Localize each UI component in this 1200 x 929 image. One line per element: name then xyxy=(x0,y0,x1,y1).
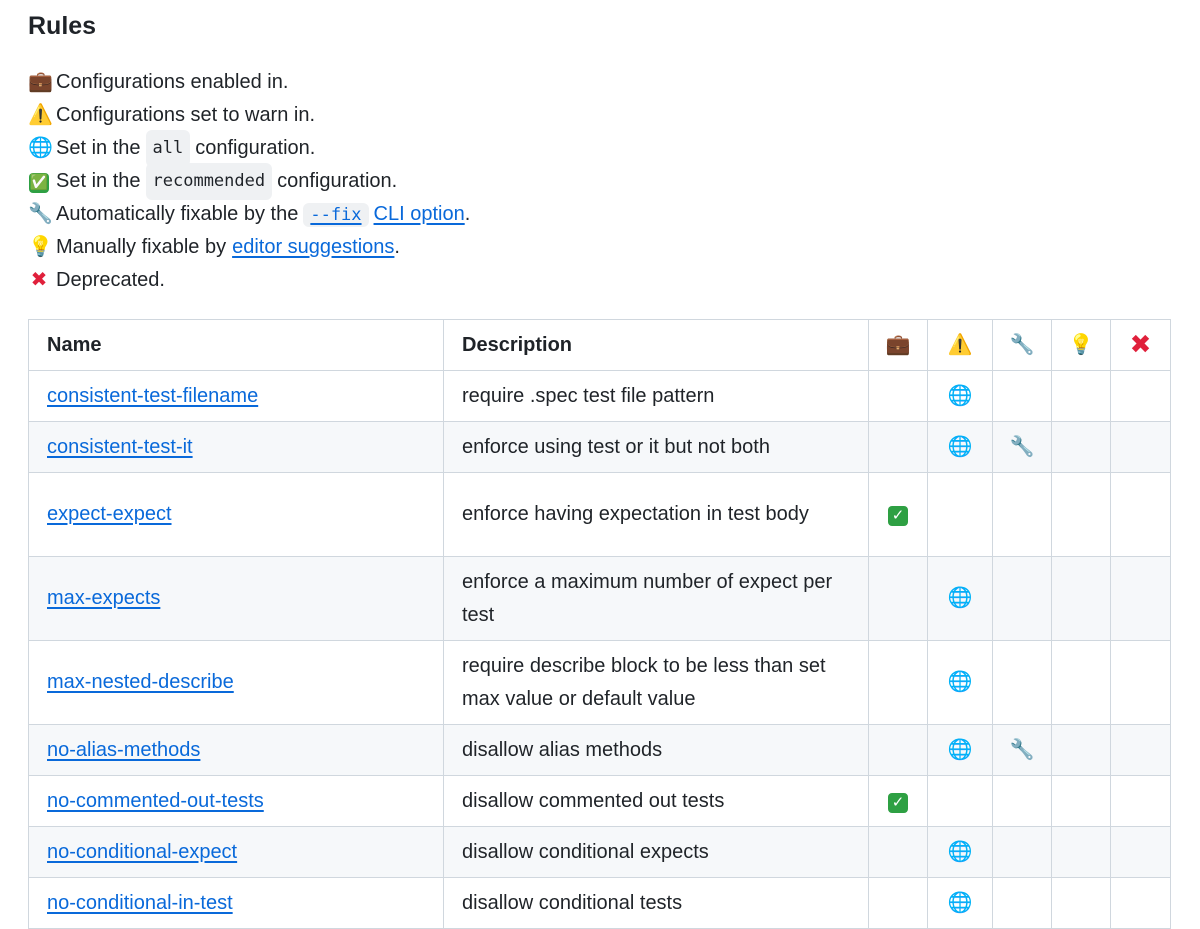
globe-icon: 🌐 xyxy=(927,556,993,641)
header-cross-icon: ✖ xyxy=(1110,319,1171,371)
legend: 💼 Configurations enabled in. ⚠️ Configur… xyxy=(28,66,728,297)
rule-link[interactable]: no-alias-methods xyxy=(47,739,200,761)
rule-link[interactable]: consistent-test-it xyxy=(47,436,193,458)
fix-cli-link[interactable]: --fix CLI option xyxy=(298,198,465,232)
editor-suggestions-link[interactable]: editor suggestions xyxy=(232,231,394,264)
table-row: expect-expect enforce having expectation… xyxy=(28,472,1171,557)
header-description: Description xyxy=(443,319,869,371)
rule-link[interactable]: no-conditional-expect xyxy=(47,841,237,863)
cross-icon: ✖ xyxy=(30,269,48,291)
code-all: all xyxy=(145,130,191,167)
rule-link[interactable]: no-commented-out-tests xyxy=(47,790,264,812)
table-row: no-conditional-in-test disallow conditio… xyxy=(28,877,1171,929)
rule-description: require describe block to be less than s… xyxy=(443,640,869,725)
legend-item-suggestions: 💡 Manually fixable by editor suggestions… xyxy=(28,231,728,264)
legend-item-enabled: 💼 Configurations enabled in. xyxy=(28,66,728,99)
lightbulb-icon: 💡 xyxy=(28,236,53,258)
legend-item-deprecated: ✖ Deprecated. xyxy=(28,264,728,297)
rule-description: enforce using test or it but not both xyxy=(443,421,869,473)
table-row: max-nested-describe require describe blo… xyxy=(28,640,1171,725)
rule-description: disallow alias methods xyxy=(443,724,869,776)
table-header-row: Name Description 💼 ⚠️ 🔧 💡 ✖ xyxy=(28,319,1171,371)
globe-icon: 🌐 xyxy=(927,421,993,473)
page-title: Rules xyxy=(28,12,97,40)
rule-description: disallow commented out tests xyxy=(443,775,869,827)
code-recommended: recommended xyxy=(145,163,273,200)
wrench-icon: 🔧 xyxy=(992,421,1052,473)
header-name: Name xyxy=(28,319,444,371)
legend-item-recommended: ✅ Set in the recommended configuration. xyxy=(28,163,728,200)
legend-item-fixable: 🔧 Automatically fixable by the --fix CLI … xyxy=(28,198,728,231)
legend-item-warn: ⚠️ Configurations set to warn in. xyxy=(28,99,728,132)
wrench-icon: 🔧 xyxy=(28,203,53,225)
table-row: max-expects enforce a maximum number of … xyxy=(28,556,1171,641)
globe-icon: 🌐 xyxy=(927,826,993,878)
globe-icon: 🌐 xyxy=(28,137,53,159)
check-icon: ✓ xyxy=(868,775,928,827)
rule-link[interactable]: consistent-test-filename xyxy=(47,385,258,407)
table-row: consistent-test-it enforce using test or… xyxy=(28,421,1171,473)
check-icon: ✅ xyxy=(29,173,49,193)
header-warning-icon: ⚠️ xyxy=(927,319,993,371)
briefcase-icon: 💼 xyxy=(28,71,53,93)
table-row: no-commented-out-tests disallow commente… xyxy=(28,775,1171,827)
rule-description: enforce a maximum number of expect per t… xyxy=(443,556,869,641)
check-icon: ✓ xyxy=(868,472,928,557)
table-row: consistent-test-filename require .spec t… xyxy=(28,370,1171,422)
globe-icon: 🌐 xyxy=(927,370,993,422)
header-wrench-icon: 🔧 xyxy=(992,319,1052,371)
legend-item-all: 🌐 Set in the all configuration. xyxy=(28,130,728,167)
globe-icon: 🌐 xyxy=(927,877,993,929)
rule-description: enforce having expectation in test body xyxy=(443,472,869,557)
warning-icon: ⚠️ xyxy=(28,104,53,126)
table-row: no-conditional-expect disallow condition… xyxy=(28,826,1171,878)
globe-icon: 🌐 xyxy=(927,724,993,776)
wrench-icon: 🔧 xyxy=(992,724,1052,776)
rule-link[interactable]: max-nested-describe xyxy=(47,671,234,693)
rule-description: require .spec test file pattern xyxy=(443,370,869,422)
rule-link[interactable]: expect-expect xyxy=(47,503,172,525)
globe-icon: 🌐 xyxy=(927,640,993,725)
rule-link[interactable]: max-expects xyxy=(47,587,160,609)
rule-description: disallow conditional expects xyxy=(443,826,869,878)
rules-table: Name Description 💼 ⚠️ 🔧 💡 ✖ consistent-t… xyxy=(28,319,1171,929)
table-row: no-alias-methods disallow alias methods … xyxy=(28,724,1171,776)
rule-description: disallow conditional tests xyxy=(443,877,869,929)
header-briefcase-icon: 💼 xyxy=(868,319,928,371)
header-lightbulb-icon: 💡 xyxy=(1051,319,1111,371)
